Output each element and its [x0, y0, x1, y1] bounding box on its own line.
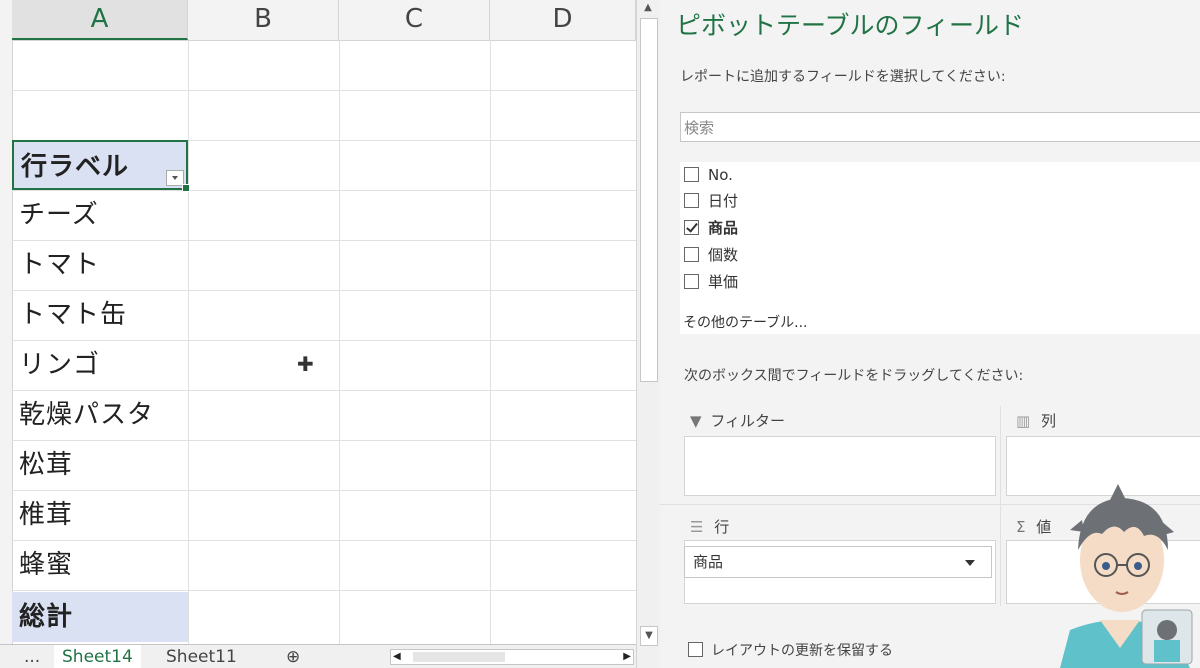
field-item-quantity[interactable]: 個数 [684, 244, 738, 266]
table-row[interactable]: 松茸 [12, 440, 188, 490]
checked-checkbox-icon[interactable] [684, 220, 699, 235]
column-header-a[interactable]: A [12, 0, 188, 40]
scroll-left-icon[interactable]: ◀ [393, 650, 401, 664]
checkbox-icon[interactable] [688, 642, 703, 657]
rows-area-label: ☰ 行 [690, 518, 730, 536]
field-item-date[interactable]: 日付 [684, 190, 738, 212]
table-row[interactable]: リンゴ [12, 340, 188, 390]
grand-total-cell[interactable]: 総計 [12, 592, 188, 642]
filter-drop-area[interactable] [684, 436, 996, 496]
spreadsheet: A B C D 行ラベル チーズ トマト トマト缶 リンゴ 乾燥パスタ 松茸 椎… [0, 0, 636, 668]
column-header-c[interactable]: C [339, 0, 490, 40]
add-sheet-button[interactable]: ⊕ [278, 645, 308, 668]
drag-instruction: 次のボックス間でフィールドをドラッグしてください: [684, 368, 1024, 384]
vertical-scroll-thumb[interactable] [640, 18, 658, 382]
field-item-product[interactable]: 商品 [684, 217, 738, 239]
column-header-b[interactable]: B [188, 0, 339, 40]
columns-icon: ▥ [1016, 412, 1031, 430]
tab-sheet14[interactable]: Sheet14 [54, 645, 141, 668]
column-headers: A B C D [0, 0, 636, 41]
row-field-dropdown[interactable]: 商品 [684, 546, 992, 578]
pane-instruction: レポートに追加するフィールドを選択してください: [680, 69, 1006, 85]
funnel-icon: ▼ [690, 412, 702, 430]
field-item-unit-price[interactable]: 単価 [684, 271, 738, 293]
checkbox-icon[interactable] [684, 247, 699, 262]
sigma-icon: Σ [1016, 518, 1026, 536]
scroll-up-icon[interactable]: ▲ [640, 2, 656, 16]
checkbox-icon[interactable] [684, 167, 699, 182]
defer-layout-update[interactable]: レイアウトの更新を保留する [688, 640, 893, 660]
field-search-input[interactable]: 検索 [680, 112, 1200, 142]
field-item-no[interactable]: No. [684, 164, 733, 186]
scroll-down-icon[interactable]: ▼ [640, 626, 658, 646]
more-tables-link[interactable]: その他のテーブル... [683, 312, 808, 332]
checkbox-icon[interactable] [684, 274, 699, 289]
row-labels-header-cell[interactable]: 行ラベル [12, 140, 190, 192]
tab-sheet11[interactable]: Sheet11 [158, 645, 245, 668]
checkbox-icon[interactable] [684, 193, 699, 208]
horizontal-scroll-thumb[interactable] [413, 652, 505, 662]
field-list: No. 日付 商品 個数 単価 その他のテーブル... [680, 162, 1200, 334]
table-row[interactable]: 蜂蜜 [12, 540, 188, 590]
chevron-down-icon[interactable] [965, 560, 975, 566]
columns-area-label: ▥ 列 [1016, 412, 1056, 430]
table-row[interactable]: トマト缶 [12, 290, 188, 340]
column-header-d[interactable]: D [490, 0, 636, 40]
cell-grid[interactable]: 行ラベル チーズ トマト トマト缶 リンゴ 乾燥パスタ 松茸 椎茸 蜂蜜 総計 [12, 40, 636, 644]
scroll-right-icon[interactable]: ▶ [623, 650, 631, 664]
cross-cursor-icon: ✚ [297, 352, 314, 376]
pane-title: ピボットテーブルのフィールド [676, 11, 1025, 40]
table-row[interactable]: 乾燥パスタ [12, 390, 188, 440]
vertical-scrollbar[interactable]: ▲ ▼ [636, 0, 660, 668]
presenter-avatar [1060, 484, 1193, 668]
table-row[interactable]: チーズ [12, 190, 188, 240]
table-row[interactable]: 椎茸 [12, 490, 188, 540]
horizontal-scrollbar[interactable]: ◀ ▶ [390, 649, 634, 665]
sheet-tab-bar: ... Sheet14 Sheet11 ⊕ ◀ ▶ [0, 644, 636, 668]
table-row[interactable]: トマト [12, 240, 188, 290]
tab-overflow-button[interactable]: ... [16, 645, 48, 668]
row-labels-text: 行ラベル [21, 152, 130, 182]
filter-area-label: ▼ フィルター [690, 412, 786, 430]
rows-icon: ☰ [690, 518, 704, 536]
